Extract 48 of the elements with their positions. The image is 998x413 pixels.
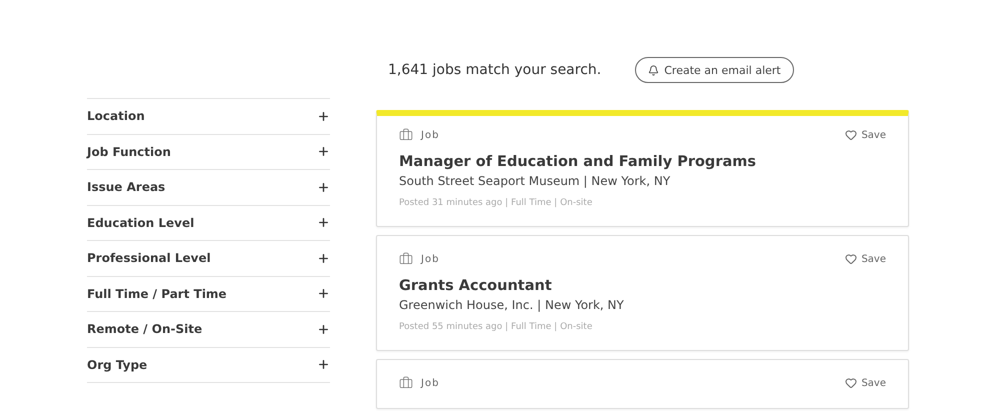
filter-label: Remote / On-Site <box>87 322 202 336</box>
job-type-label: Job <box>421 130 440 140</box>
briefcase-icon <box>399 376 413 390</box>
job-card[interactable]: Job Save Grants Accountant Greenwich House, Inc. | New York, NY Posted 55 minutes ago | Full Time | On-site <box>376 235 909 351</box>
filter-label: Professional Level <box>87 251 211 266</box>
filter-row[interactable]: Issue Areas <box>87 170 330 206</box>
filter-row[interactable]: Job Function <box>87 134 330 170</box>
filter-row[interactable]: Location <box>87 99 330 134</box>
bell-icon <box>648 64 660 76</box>
plus-icon[interactable] <box>317 145 330 158</box>
plus-icon[interactable] <box>317 358 330 372</box>
plus-icon[interactable] <box>317 322 330 336</box>
filter-label: Job Function <box>87 144 171 159</box>
heart-icon <box>845 253 858 265</box>
job-card[interactable]: Job Save <box>376 359 909 409</box>
job-type-label: Job <box>421 254 440 264</box>
filter-label: Issue Areas <box>87 180 166 194</box>
filter-row[interactable]: Org Type <box>87 348 330 383</box>
plus-icon[interactable] <box>317 180 330 194</box>
filter-row[interactable]: Remote / On-Site <box>87 312 330 348</box>
results-count: 1,641 jobs match your search. <box>388 62 602 78</box>
filter-label: Org Type <box>87 358 148 372</box>
filter-label: Location <box>87 109 145 124</box>
briefcase-icon <box>399 252 413 266</box>
job-type-label: Job <box>421 378 440 388</box>
save-button[interactable]: Save <box>845 129 886 141</box>
plus-icon[interactable] <box>317 216 330 230</box>
filter-row[interactable]: Education Level <box>87 206 330 241</box>
job-organization: South Street Seaport Museum | New York, NY <box>399 174 672 188</box>
heart-icon <box>845 377 858 389</box>
plus-icon[interactable] <box>317 252 330 265</box>
filter-label: Full Time / Part Time <box>87 286 227 301</box>
filter-label: Education Level <box>87 216 194 230</box>
job-meta: Posted 55 minutes ago | Full Time | On-site <box>399 322 594 332</box>
filter-row[interactable]: Full Time / Part Time <box>87 276 330 312</box>
job-title[interactable]: Grants Accountant <box>399 278 886 294</box>
job-meta: Posted 31 minutes ago | Full Time | On-site <box>399 198 594 208</box>
job-organization: Greenwich House, Inc. | New York, NY <box>399 298 625 312</box>
job-card[interactable]: Job Save Manager of Education and Family Programs South Street Seaport Museum | New York, NY Posted 31 minutes ago | Full Time | On-site <box>376 110 909 227</box>
briefcase-icon <box>399 128 413 142</box>
plus-icon[interactable] <box>317 287 330 300</box>
save-button[interactable]: Save <box>845 377 886 389</box>
filter-row[interactable]: Professional Level <box>87 241 330 276</box>
heart-icon <box>845 129 858 141</box>
email-alert-button[interactable]: Create an email alert <box>635 57 794 83</box>
job-title[interactable]: Manager of Education and Family Programs <box>399 154 886 170</box>
save-button[interactable]: Save <box>845 253 886 265</box>
plus-icon[interactable] <box>317 110 330 123</box>
